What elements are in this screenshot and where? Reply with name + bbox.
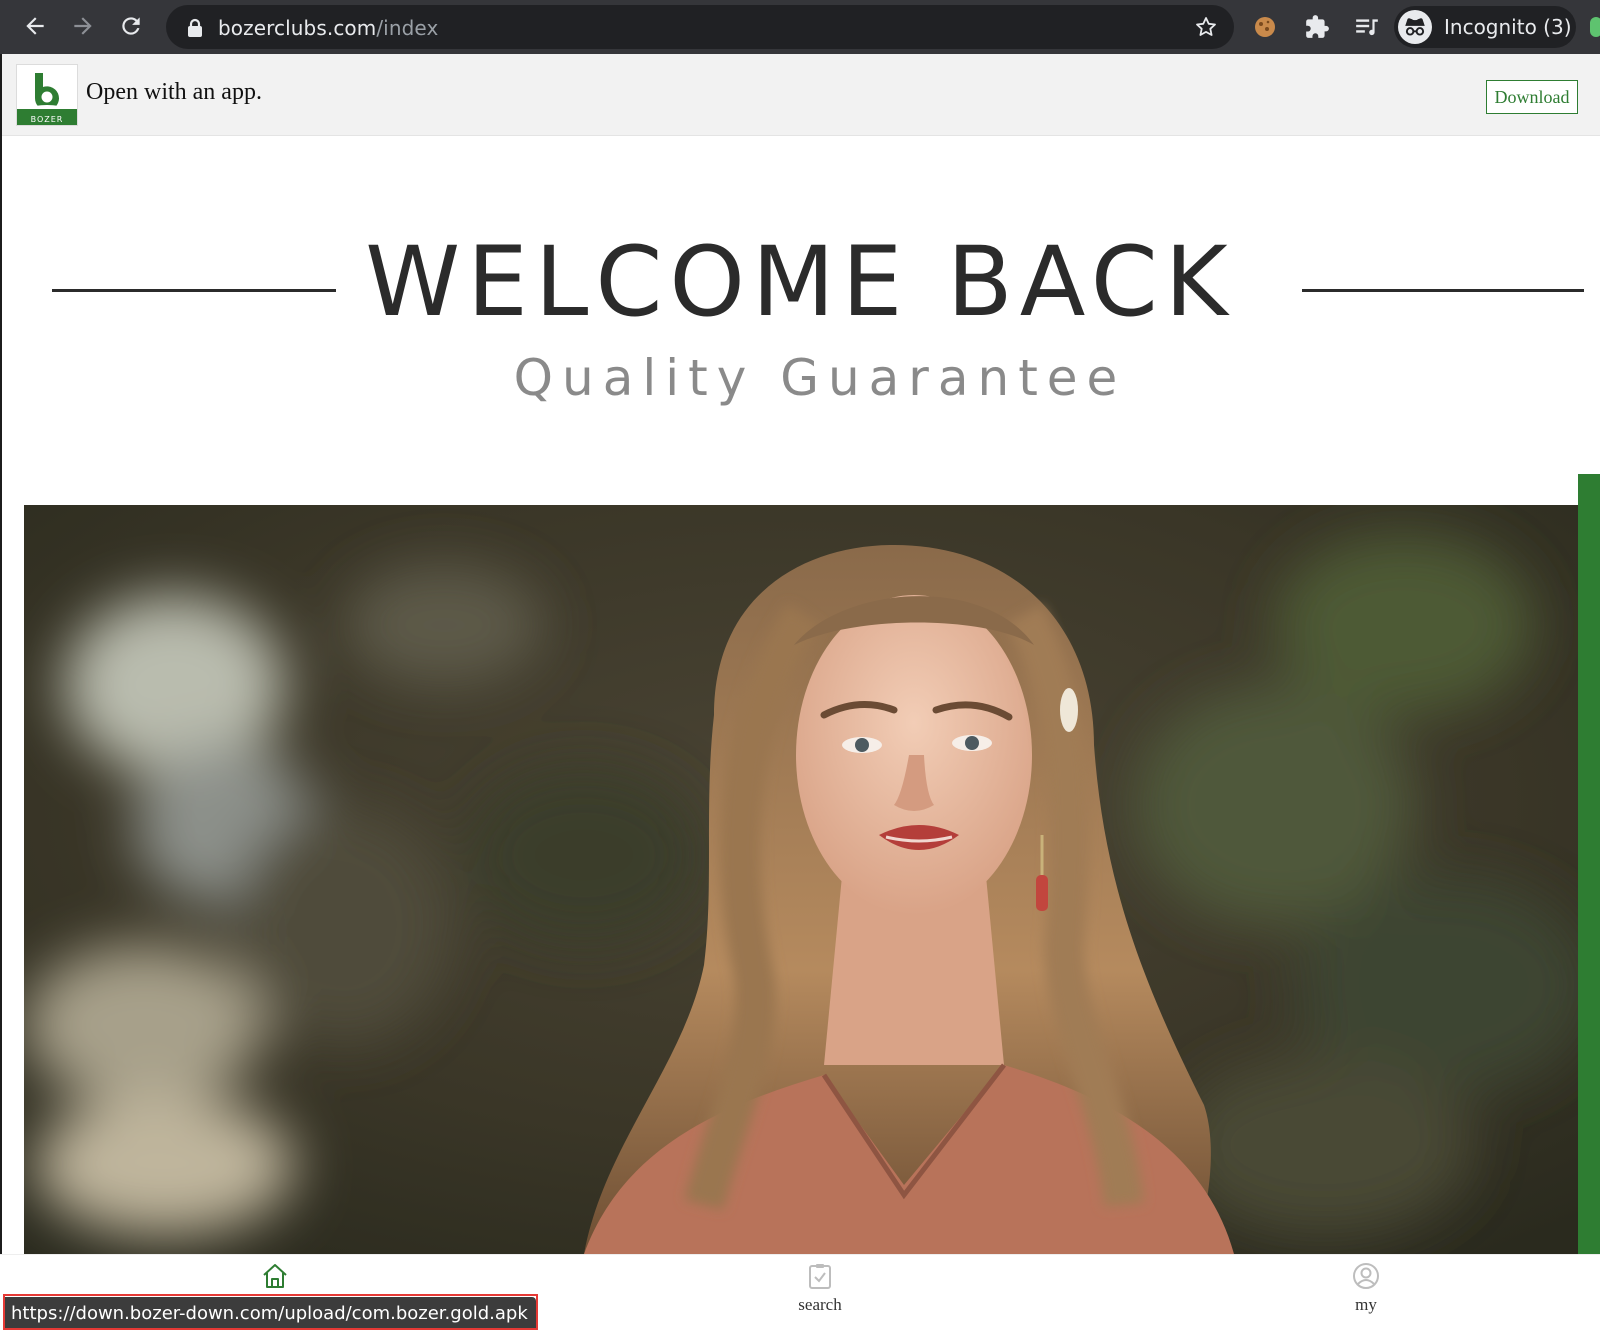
- url-path: /index: [376, 16, 439, 40]
- page-left-edge: [0, 54, 2, 1304]
- download-button[interactable]: Download: [1486, 80, 1578, 114]
- media-queue-icon: [1356, 19, 1378, 36]
- back-arrow-icon: [26, 17, 44, 35]
- title-right-rule: [1302, 289, 1584, 292]
- lock-icon: [188, 18, 202, 37]
- puzzle-icon: [1306, 15, 1329, 38]
- star-icon[interactable]: [1194, 15, 1218, 39]
- tab-my[interactable]: my: [1286, 1261, 1446, 1327]
- address-bar[interactable]: bozerclubs.com/index: [166, 5, 1234, 49]
- logo-lettering: BOZER: [31, 115, 64, 124]
- title-left-rule: [52, 289, 336, 292]
- media-queue-button[interactable]: [1350, 10, 1384, 44]
- incognito-profile-button[interactable]: Incognito (3): [1394, 6, 1576, 48]
- green-side-strip: [1578, 474, 1600, 1254]
- clipboard-check-icon: [809, 1264, 831, 1289]
- open-in-app-banner: BOZER Open with an app. Download: [0, 54, 1600, 136]
- welcome-title: WELCOME BACK: [365, 226, 1235, 338]
- incognito-avatar: [1398, 10, 1432, 44]
- open-with-app-text: Open with an app.: [86, 79, 262, 105]
- reload-button[interactable]: [114, 9, 148, 43]
- cookie-extension-button[interactable]: [1248, 10, 1282, 44]
- user-circle-icon: [1353, 1263, 1379, 1289]
- tab-my-label: my: [1355, 1295, 1377, 1314]
- quality-subtitle: Quality Guarantee: [513, 349, 1127, 407]
- reload-icon: [122, 17, 140, 35]
- hero-model-photo: [24, 505, 1578, 1254]
- bozer-logo-icon: BOZER: [17, 73, 77, 125]
- forward-button[interactable]: [66, 9, 100, 43]
- url-text: bozerclubs.com/index: [218, 16, 438, 40]
- cookie-icon: [1255, 17, 1275, 37]
- incognito-icon: [1405, 18, 1425, 36]
- incognito-label: Incognito (3): [1444, 15, 1572, 39]
- model-photo-illustration: [24, 505, 1578, 1254]
- home-icon: [263, 1264, 287, 1288]
- forward-arrow-icon: [74, 17, 92, 35]
- profile-status-dot: [1590, 17, 1600, 37]
- browser-toolbar: bozerclubs.com/index Incognito (3): [0, 0, 1600, 54]
- url-host: bozerclubs.com: [218, 16, 377, 40]
- tab-search-label: search: [798, 1295, 842, 1314]
- bozer-app-logo: BOZER: [16, 64, 78, 126]
- hover-link-status: https://down.bozer-down.com/upload/com.b…: [3, 1297, 536, 1330]
- extensions-button[interactable]: [1300, 10, 1334, 44]
- tab-search[interactable]: search: [740, 1261, 900, 1327]
- back-button[interactable]: [18, 9, 52, 43]
